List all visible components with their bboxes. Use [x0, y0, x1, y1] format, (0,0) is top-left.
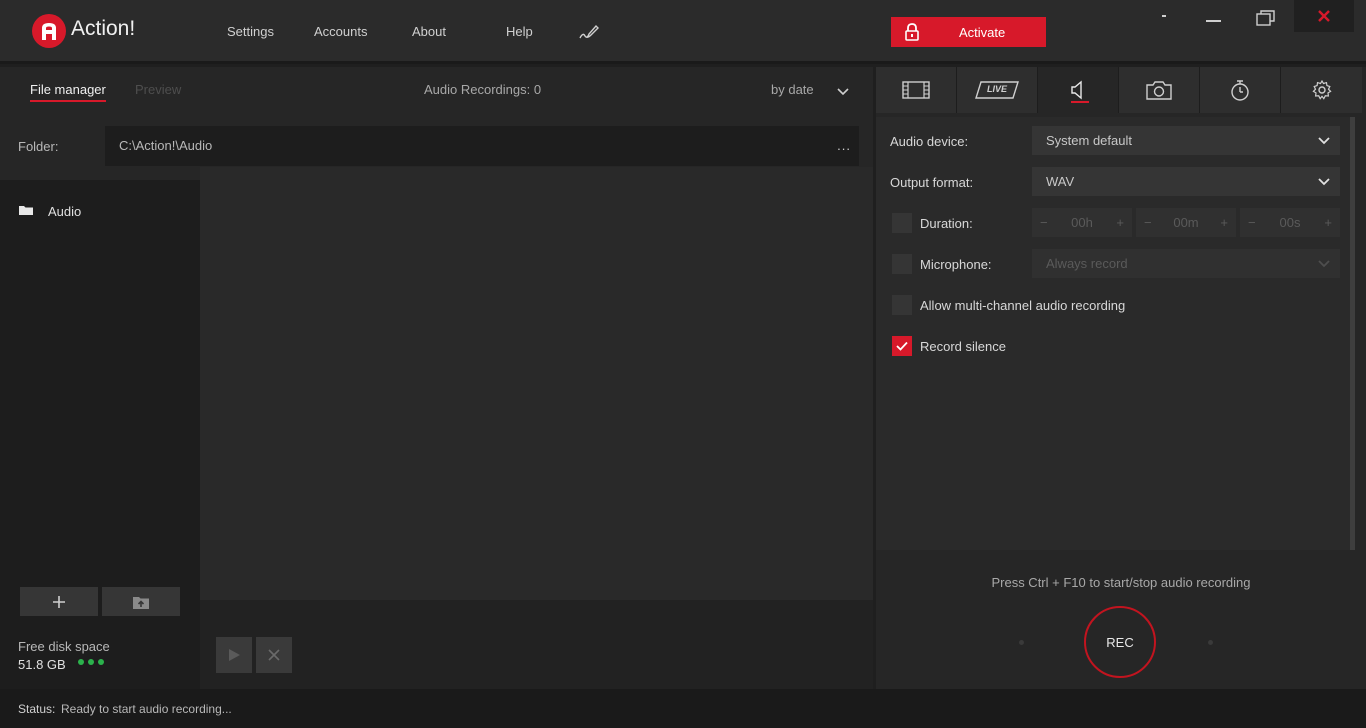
chevron-down-icon: [1318, 126, 1330, 155]
indicator-dot: [1208, 640, 1213, 645]
live-icon: LIVE: [975, 81, 1019, 99]
minimize-icon[interactable]: [1198, 0, 1230, 32]
speaker-icon: [1071, 80, 1082, 100]
status-value: Ready to start audio recording...: [61, 702, 232, 716]
film-icon: [902, 81, 930, 99]
tree-item-label: Audio: [48, 204, 82, 219]
recording-settings-panel: LIVE Audio device: System default Output…: [876, 67, 1366, 689]
folder-path-value: C:\Action!\Audio: [119, 138, 213, 153]
microphone-checkbox[interactable]: [892, 254, 912, 274]
free-disk-label: Free disk space: [18, 639, 110, 654]
signature-icon[interactable]: [579, 24, 599, 43]
multichannel-label: Allow multi-channel audio recording: [920, 298, 1126, 313]
audio-device-label: Audio device:: [890, 134, 969, 149]
duration-seconds-stepper[interactable]: − 00s +: [1240, 208, 1340, 237]
duration-label: Duration:: [920, 216, 973, 231]
increment-button[interactable]: +: [1220, 215, 1228, 230]
checkmark-icon: [896, 341, 908, 351]
title-bar: Action! Settings Accounts About Help Act…: [0, 0, 1366, 64]
output-format-label: Output format:: [890, 175, 974, 190]
plus-icon: [53, 595, 65, 608]
tab-preview[interactable]: Preview: [135, 82, 181, 97]
record-silence-label: Record silence: [920, 339, 1006, 354]
folder-label: Folder:: [18, 139, 59, 154]
close-icon: [268, 649, 280, 661]
live-label: LIVE: [986, 84, 1007, 94]
delete-button[interactable]: [256, 637, 292, 673]
chevron-down-icon: [1318, 249, 1330, 278]
menu-settings[interactable]: Settings: [227, 24, 274, 39]
audio-device-select[interactable]: System default: [1032, 126, 1340, 155]
disk-status-indicator: [78, 659, 104, 665]
stopwatch-icon: [1231, 80, 1249, 101]
duration-seconds-value: 00s: [1279, 215, 1301, 230]
file-manager-panel: File manager Preview Audio Recordings: 0…: [0, 67, 873, 689]
open-folder-button[interactable]: [102, 587, 180, 616]
duration-minutes-stepper[interactable]: − 00m +: [1136, 208, 1236, 237]
tab-settings[interactable]: [1281, 67, 1362, 113]
play-button[interactable]: [216, 637, 252, 673]
chevron-down-icon: [1318, 167, 1330, 196]
tab-file-manager[interactable]: File manager: [30, 82, 106, 102]
record-button[interactable]: REC: [1084, 606, 1156, 678]
increment-button[interactable]: +: [1324, 215, 1332, 230]
maximize-icon[interactable]: [1250, 2, 1282, 34]
increment-button[interactable]: +: [1116, 215, 1124, 230]
settings-scrollbar[interactable]: [1350, 117, 1355, 550]
free-disk-value: 51.8 GB: [18, 657, 66, 672]
decrement-button[interactable]: −: [1248, 215, 1256, 230]
multichannel-checkbox[interactable]: [892, 295, 912, 315]
browse-folder-button[interactable]: ...: [837, 126, 851, 166]
folder-path-field[interactable]: C:\Action!\Audio ...: [105, 126, 859, 166]
app-title: Action!: [71, 17, 136, 40]
tab-live[interactable]: LIVE: [957, 67, 1038, 113]
menu-about[interactable]: About: [412, 24, 446, 39]
mode-tabs: LIVE: [876, 67, 1366, 113]
gear-icon: [1311, 80, 1332, 100]
lock-icon: [905, 23, 919, 44]
sort-selector[interactable]: by date: [771, 82, 814, 97]
play-icon: [229, 649, 240, 661]
menu-accounts[interactable]: Accounts: [314, 24, 367, 39]
status-bar: Status: Ready to start audio recording..…: [0, 689, 1366, 728]
menu-help[interactable]: Help: [506, 24, 533, 39]
close-icon: [1318, 10, 1330, 22]
tab-screenshot[interactable]: [1119, 67, 1200, 113]
folder-icon: [18, 204, 34, 219]
tab-video[interactable]: [876, 67, 957, 113]
output-format-select[interactable]: WAV: [1032, 167, 1340, 196]
folder-tree: Audio Free disk space 51.8 GB: [0, 180, 200, 689]
duration-checkbox[interactable]: [892, 213, 912, 233]
record-silence-checkbox[interactable]: [892, 336, 912, 356]
recordings-count: Audio Recordings: 0: [424, 82, 542, 97]
add-folder-button[interactable]: [20, 587, 98, 616]
tree-item-audio[interactable]: Audio: [18, 204, 81, 219]
microphone-label: Microphone:: [920, 257, 992, 272]
indicator-dot: [1019, 640, 1024, 645]
close-button[interactable]: [1294, 0, 1354, 32]
folder-upload-icon: [133, 596, 149, 609]
camera-icon: [1146, 81, 1172, 100]
duration-hours-stepper[interactable]: − 00h +: [1032, 208, 1132, 237]
microphone-value: Always record: [1046, 256, 1128, 271]
audio-device-value: System default: [1046, 133, 1132, 148]
decrement-button[interactable]: −: [1040, 215, 1048, 230]
output-format-value: WAV: [1046, 174, 1075, 189]
extra-menu-icon[interactable]: [1150, 0, 1180, 32]
duration-hours-value: 00h: [1071, 215, 1093, 230]
chevron-down-icon[interactable]: [837, 84, 849, 99]
decrement-button[interactable]: −: [1144, 215, 1152, 230]
audio-settings: Audio device: System default Output form…: [876, 117, 1352, 550]
hotkey-hint: Press Ctrl + F10 to start/stop audio rec…: [991, 575, 1251, 590]
app-logo-icon: [32, 14, 66, 48]
activate-button[interactable]: Activate: [891, 17, 1046, 47]
tab-audio[interactable]: [1038, 67, 1119, 113]
duration-minutes-value: 00m: [1173, 215, 1199, 230]
recordings-list: [200, 167, 873, 600]
activate-label: Activate: [959, 24, 1006, 40]
player-controls: [200, 600, 873, 689]
status-label: Status:: [18, 702, 56, 716]
tab-timer[interactable]: [1200, 67, 1281, 113]
microphone-select[interactable]: Always record: [1032, 249, 1340, 278]
